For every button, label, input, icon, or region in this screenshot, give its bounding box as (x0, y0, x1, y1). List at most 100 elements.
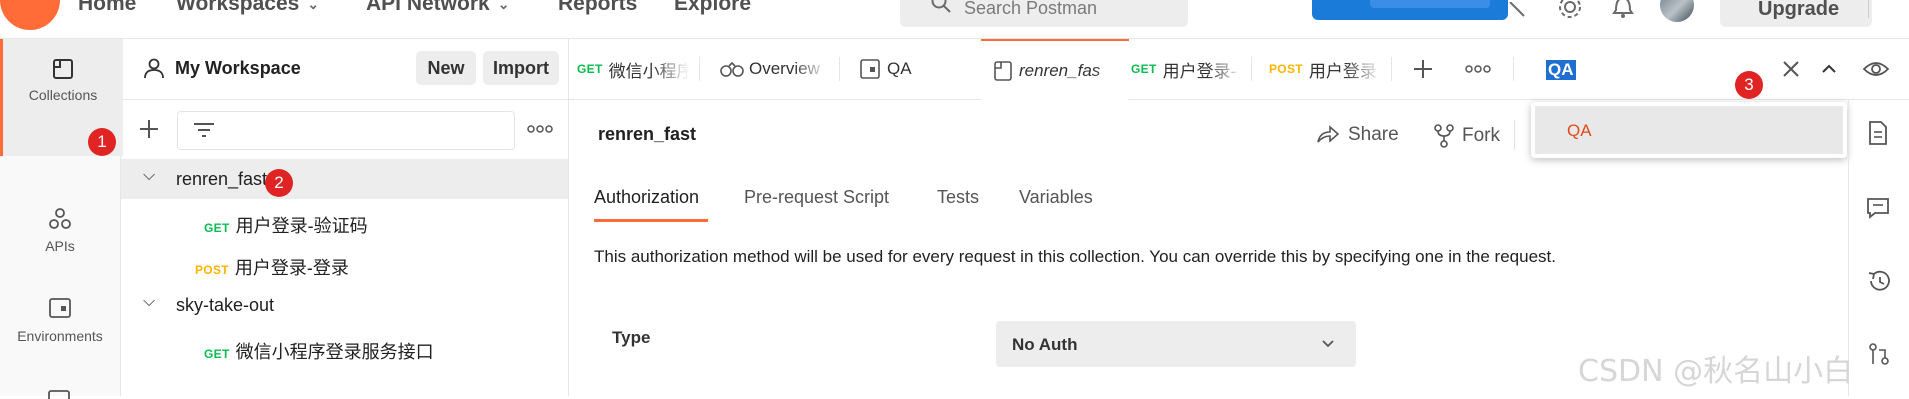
top-navigation: Home Workspaces ⌄ API Network ⌄ Reports Ex… (0, 0, 1909, 39)
nav-api-network[interactable]: API Network ⌄ (366, 0, 509, 16)
apis-icon (49, 208, 71, 229)
flows-icon[interactable] (46, 389, 72, 399)
sidebar: My Workspace New Import ⌵ renren_fast 2 … (121, 39, 569, 396)
request-name: 微信小程序登录服务接口 (235, 342, 434, 362)
method-post: POST (195, 263, 229, 277)
tab-request[interactable]: GET 用户登录- (1131, 39, 1243, 99)
tab-fade (653, 39, 689, 99)
avatar[interactable] (1660, 0, 1694, 22)
chevron-down-icon: ⌄ (307, 0, 320, 12)
share-label: Share (1348, 124, 1399, 145)
chevron-down-icon[interactable]: ⌵ (143, 293, 155, 311)
rail-item-apis[interactable]: APIs (0, 206, 120, 254)
tree-item-request[interactable]: POST 用户登录-登录 (121, 243, 568, 283)
auth-type-select[interactable]: No Auth (996, 321, 1356, 367)
filter-icon (194, 123, 214, 137)
rail-apis-label: APIs (45, 238, 75, 254)
left-rail: Collections APIs Environments 1 (0, 39, 123, 399)
environment-icon (860, 59, 880, 79)
pull-request-icon[interactable] (1867, 342, 1891, 366)
find-query[interactable]: QA (1546, 60, 1576, 80)
tab-separator (1391, 57, 1392, 81)
chevron-up-icon[interactable] (1819, 61, 1839, 75)
tree-item-collection[interactable]: ⌵ renren_fast 2 (121, 159, 568, 199)
collections-icon (53, 59, 73, 79)
capture-requests-pill[interactable] (1312, 0, 1508, 20)
find-results-dropdown: QA (1531, 102, 1847, 158)
nav-reports[interactable]: Reports (558, 0, 637, 16)
collection-icon (994, 61, 1012, 81)
filter-input[interactable] (177, 111, 515, 150)
search-placeholder: Search Postman (964, 0, 1098, 18)
tab-qa[interactable]: QA (859, 39, 969, 99)
share-button[interactable]: Share (1316, 124, 1399, 146)
collection-name: renren_fast (176, 169, 268, 189)
tab-fade (1093, 41, 1129, 101)
tab-tests[interactable]: Tests (937, 187, 979, 208)
action-divider (1514, 120, 1515, 150)
close-icon[interactable] (1781, 59, 1801, 79)
method-get: GET (204, 347, 230, 361)
more-options-icon[interactable] (527, 125, 553, 133)
method-post: POST (1269, 62, 1303, 76)
tab-authorization[interactable]: Authorization (594, 187, 699, 208)
tree-item-collection[interactable]: ⌵ sky-take-out (121, 285, 568, 325)
method-get: GET (204, 221, 230, 235)
documentation-icon[interactable] (1867, 120, 1889, 146)
nav-workspaces[interactable]: Workspaces ⌄ (176, 0, 319, 16)
active-tab-indicator (594, 219, 708, 222)
rail-item-environments[interactable]: Environments (0, 296, 120, 344)
tab-separator (839, 57, 840, 81)
nav-explore[interactable]: Explore (674, 0, 751, 16)
auth-type-value: No Auth (1012, 335, 1078, 354)
annotation-badge-1: 1 (88, 128, 116, 156)
more-tabs-icon[interactable] (1465, 65, 1491, 73)
chevron-down-icon[interactable]: ⌵ (143, 167, 155, 185)
share-icon (1317, 125, 1340, 143)
import-button[interactable]: Import (483, 51, 559, 85)
new-tab-icon[interactable] (1412, 58, 1434, 80)
new-button[interactable]: New (416, 51, 476, 85)
fork-button[interactable]: Fork (1434, 124, 1500, 148)
collection-title: renren_fast (598, 124, 697, 144)
collection-name: sky-take-out (176, 295, 275, 315)
tab-request[interactable]: POST 用户登录 (1269, 39, 1381, 99)
tab-label: renren_fas (1019, 61, 1101, 80)
nav-reports-label: Reports (558, 0, 638, 15)
upgrade-button[interactable]: Upgrade (1720, 0, 1872, 27)
history-icon[interactable] (1866, 269, 1892, 293)
postman-logo[interactable] (0, 0, 60, 30)
search-icon (931, 0, 951, 13)
gear-icon[interactable] (1557, 0, 1583, 20)
request-row: GET 微信小程序登录服务接口 (204, 338, 434, 364)
nav-api-network-label: API Network (366, 0, 490, 15)
tab-variables[interactable]: Variables (1019, 187, 1093, 208)
sidebar-divider (121, 99, 568, 100)
tree-item-request[interactable]: GET 微信小程序登录服务接口 (121, 327, 568, 367)
plus-icon[interactable] (138, 118, 160, 140)
tab-bar: GET 微信小程序 Overview QA renren_fas GET 用户登录-… (569, 39, 1909, 101)
eye-icon[interactable] (1862, 57, 1890, 81)
authorization-description: This authorization method will be used f… (594, 247, 1556, 266)
search-input[interactable]: Search Postman (900, 0, 1188, 27)
satellite-icon[interactable] (1506, 2, 1530, 20)
tab-separator (1251, 57, 1252, 81)
request-name: 用户登录-验证码 (235, 216, 368, 236)
nav-home-label: Home (78, 0, 137, 15)
tab-fade (1207, 39, 1243, 99)
tab-request[interactable]: GET 微信小程序 (577, 39, 689, 99)
nav-home[interactable]: Home (78, 0, 136, 16)
comments-icon[interactable] (1866, 196, 1890, 220)
watermark: CSDN @秋名山小白 (1578, 354, 1854, 389)
tab-pre-request-script[interactable]: Pre-request Script (744, 187, 889, 208)
nav-explore-label: Explore (674, 0, 752, 15)
tab-overview[interactable]: Overview (719, 39, 829, 99)
find-result-option[interactable]: QA (1535, 106, 1843, 154)
rail-environments-label: Environments (17, 328, 103, 344)
tab-separator (699, 57, 700, 81)
upgrade-label: Upgrade (1758, 0, 1840, 20)
tab-collection-active[interactable]: renren_fas (981, 39, 1129, 101)
auth-type-label: Type (612, 328, 651, 347)
bell-icon[interactable] (1612, 0, 1634, 20)
tree-item-request[interactable]: GET 用户登录-验证码 (121, 201, 568, 241)
